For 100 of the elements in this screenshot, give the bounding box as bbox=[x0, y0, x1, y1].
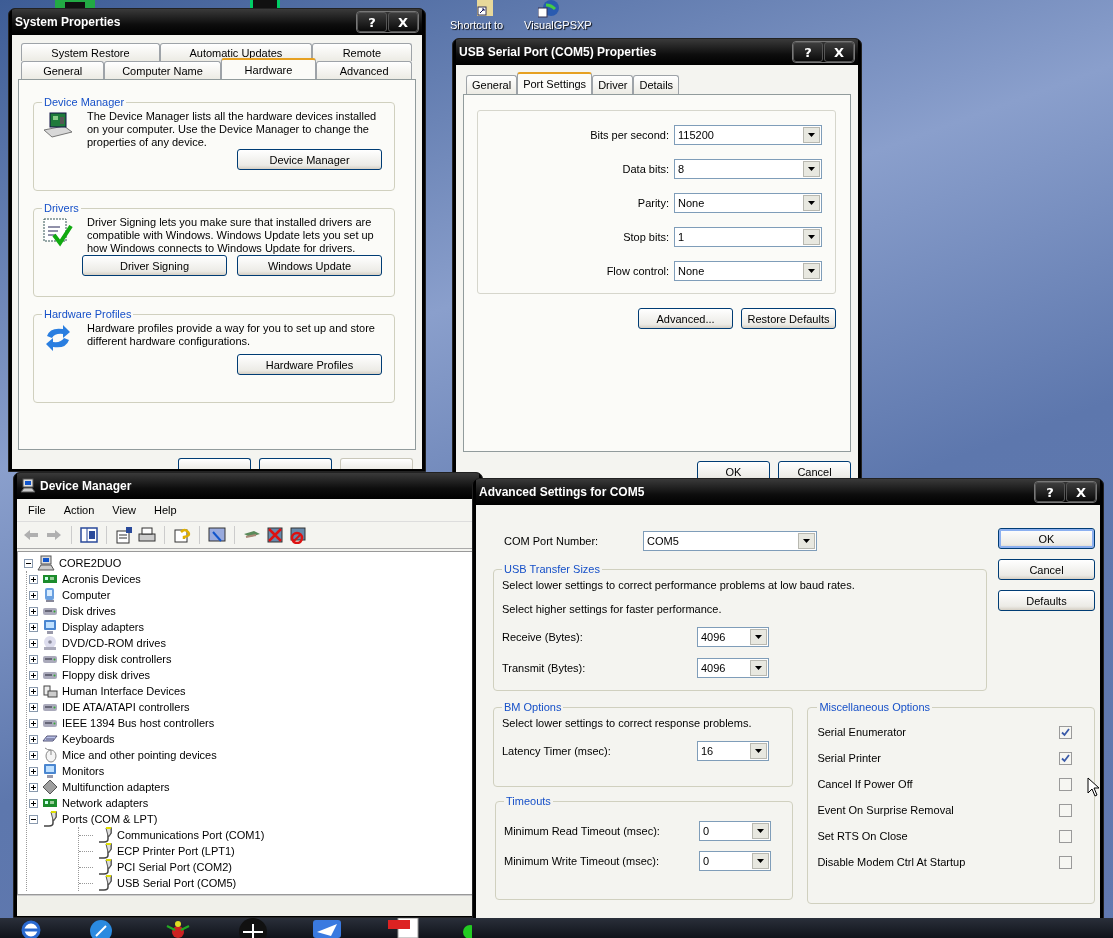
tree-item[interactable]: ECP Printer Port (LPT1) bbox=[117, 845, 235, 857]
tab[interactable]: Remote bbox=[311, 43, 412, 61]
expander-icon[interactable] bbox=[29, 702, 38, 712]
expander-icon[interactable] bbox=[29, 814, 38, 824]
close-button[interactable]: X bbox=[388, 12, 418, 32]
expander-icon[interactable] bbox=[24, 558, 33, 568]
tab[interactable]: Details bbox=[633, 75, 680, 94]
printer-icon[interactable] bbox=[137, 526, 157, 544]
menu-item[interactable]: View bbox=[103, 502, 145, 518]
tree-item[interactable]: Communications Port (COM1) bbox=[117, 829, 265, 841]
checkbox[interactable] bbox=[1059, 855, 1072, 869]
action-button[interactable]: Hardware Profiles bbox=[237, 354, 382, 375]
tab[interactable]: Advanced bbox=[316, 61, 412, 79]
tree-item[interactable]: Acronis Devices bbox=[62, 573, 141, 585]
tree-item[interactable]: USB Serial Port (COM5) bbox=[117, 877, 237, 889]
tree-item[interactable]: Mice and other pointing devices bbox=[62, 749, 217, 761]
dropdown-field[interactable]: 8 bbox=[674, 159, 822, 179]
tree-item[interactable]: Keyboards bbox=[62, 733, 115, 745]
tab[interactable]: Automatic Updates bbox=[159, 43, 312, 61]
tree-item[interactable]: PCI Serial Port (COM2) bbox=[117, 861, 232, 873]
help-button[interactable]: ? bbox=[357, 12, 387, 32]
tree-item[interactable]: Floppy disk drives bbox=[62, 669, 151, 681]
dropdown-field[interactable]: 0 bbox=[699, 851, 771, 871]
dialog-button[interactable]: Cancel bbox=[998, 559, 1095, 580]
expander-icon[interactable] bbox=[29, 718, 38, 728]
close-button[interactable]: X bbox=[1066, 482, 1096, 502]
checkbox[interactable] bbox=[1059, 829, 1072, 843]
action-button[interactable]: Driver Signing bbox=[82, 255, 227, 276]
expander-icon[interactable] bbox=[29, 606, 38, 616]
expander-icon[interactable] bbox=[29, 782, 38, 792]
dialog-button[interactable]: OK bbox=[998, 528, 1095, 549]
expander-icon[interactable] bbox=[29, 638, 38, 648]
tab[interactable]: Driver bbox=[592, 75, 634, 94]
dropdown-field[interactable]: None bbox=[674, 261, 822, 281]
tab[interactable]: General bbox=[466, 75, 518, 94]
action-button[interactable]: Advanced... bbox=[638, 308, 733, 329]
help-button[interactable]: ? bbox=[793, 42, 823, 62]
tree-item[interactable]: Multifunction adapters bbox=[62, 781, 170, 793]
help-button[interactable]: ? bbox=[1035, 482, 1065, 502]
dialog-button[interactable] bbox=[178, 458, 251, 469]
desktop-icon-label[interactable]: Shortcut to bbox=[450, 19, 504, 31]
action-button[interactable]: Restore Defaults bbox=[741, 308, 836, 329]
checkbox[interactable] bbox=[1059, 803, 1072, 817]
airplane-icon[interactable] bbox=[313, 918, 341, 938]
expander-icon[interactable] bbox=[29, 590, 38, 600]
tree-item[interactable]: Computer bbox=[62, 589, 111, 601]
expander-icon[interactable] bbox=[29, 766, 38, 776]
expander-icon[interactable] bbox=[29, 686, 38, 696]
expander-icon[interactable] bbox=[29, 798, 38, 808]
dropdown-field[interactable]: 1 bbox=[674, 227, 822, 247]
browser-icon[interactable] bbox=[20, 918, 42, 938]
shortcut-icon[interactable] bbox=[477, 0, 493, 16]
remove-icon[interactable] bbox=[265, 526, 285, 544]
expander-icon[interactable] bbox=[29, 670, 38, 680]
dropdown-field[interactable]: COM5 bbox=[643, 531, 817, 551]
tree-item[interactable]: IEEE 1394 Bus host controllers bbox=[62, 717, 215, 729]
tab[interactable]: Hardware bbox=[220, 58, 317, 79]
tree-item[interactable]: Disk drives bbox=[62, 605, 116, 617]
tree-item[interactable]: Display adapters bbox=[62, 621, 144, 633]
dropdown-field[interactable]: 115200 bbox=[674, 125, 822, 145]
desktop-icon-label[interactable]: VisualGPSXP bbox=[524, 19, 592, 31]
dropdown-field[interactable]: 0 bbox=[699, 821, 771, 841]
tree-item[interactable]: Network adapters bbox=[62, 797, 149, 809]
globe-icon[interactable] bbox=[538, 0, 560, 18]
tree-item[interactable]: CORE2DUO bbox=[59, 557, 122, 569]
menu-item[interactable]: Help bbox=[144, 502, 186, 518]
close-button[interactable]: X bbox=[824, 42, 854, 62]
checkbox[interactable] bbox=[1059, 751, 1072, 765]
checkbox[interactable] bbox=[1059, 777, 1072, 791]
bug-icon[interactable] bbox=[165, 918, 191, 938]
expander-icon[interactable] bbox=[29, 622, 38, 632]
tree-item[interactable]: Floppy disk controllers bbox=[62, 653, 172, 665]
tab[interactable]: Computer Name bbox=[104, 61, 221, 79]
dialog-button[interactable] bbox=[259, 458, 332, 469]
expander-icon[interactable] bbox=[29, 654, 38, 664]
checkbox[interactable] bbox=[1059, 725, 1072, 739]
dropdown-field[interactable]: 4096 bbox=[697, 627, 769, 647]
expander-icon[interactable] bbox=[29, 734, 38, 744]
expander-icon[interactable] bbox=[29, 574, 38, 584]
help-icon[interactable] bbox=[172, 526, 192, 544]
tab[interactable]: System Restore bbox=[21, 43, 160, 61]
tree-item[interactable]: Ports (COM & LPT) bbox=[62, 813, 158, 825]
panel-icon[interactable] bbox=[79, 526, 99, 544]
tree-item[interactable]: IDE ATA/ATAPI controllers bbox=[62, 701, 190, 713]
tree-item[interactable]: Monitors bbox=[62, 765, 105, 777]
action-button[interactable]: Windows Update bbox=[237, 255, 382, 276]
tree-item[interactable]: Human Interface Devices bbox=[62, 685, 186, 697]
tree-item[interactable]: DVD/CD-ROM drives bbox=[62, 637, 166, 649]
menu-item[interactable]: Action bbox=[54, 502, 104, 518]
menu-item[interactable]: File bbox=[19, 502, 55, 518]
expander-icon[interactable] bbox=[29, 750, 38, 760]
dialog-button[interactable]: Defaults bbox=[998, 590, 1095, 611]
dropdown-field[interactable]: None bbox=[674, 193, 822, 213]
disable-icon[interactable] bbox=[288, 526, 308, 544]
dropdown-field[interactable]: 4096 bbox=[697, 658, 769, 678]
action-button[interactable]: Device Manager bbox=[237, 149, 382, 170]
document-icon[interactable] bbox=[388, 918, 420, 938]
tab[interactable]: General bbox=[21, 61, 105, 79]
dropdown-field[interactable]: 16 bbox=[697, 741, 769, 761]
tab[interactable]: Port Settings bbox=[517, 72, 593, 94]
